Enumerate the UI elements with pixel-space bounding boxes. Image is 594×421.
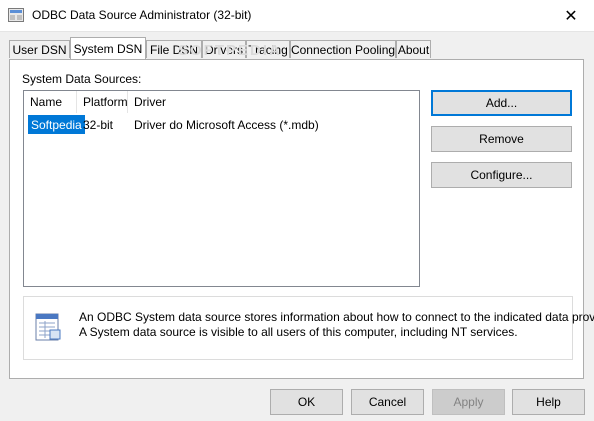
tab-user-dsn[interactable]: User DSN [9, 40, 70, 58]
row-driver-cell: Driver do Microsoft Access (*.mdb) [134, 117, 319, 132]
row-platform-cell: 32-bit [83, 117, 114, 132]
tab-tracing[interactable]: Tracing [246, 40, 290, 58]
data-source-icon [35, 313, 61, 341]
system-dsn-panel: System Data Sources: Name Platform Drive… [9, 59, 594, 379]
list-label: System Data Sources: [22, 72, 142, 86]
info-line-2: A System data source is visible to all u… [79, 325, 518, 339]
tab-drivers[interactable]: Drivers [202, 40, 246, 58]
close-icon[interactable]: ✕ [548, 0, 594, 31]
tab-system-dsn[interactable]: System DSN [70, 37, 146, 59]
odbc-app-icon [8, 8, 24, 22]
column-header-name[interactable]: Name [24, 91, 77, 113]
data-sources-list[interactable]: Name Platform Driver Softpedia 32-bit Dr… [23, 90, 420, 287]
info-text: An ODBC System data source stores inform… [79, 310, 594, 340]
configure-button[interactable]: Configure... [431, 162, 572, 188]
ok-button[interactable]: OK [270, 389, 343, 415]
window-title: ODBC Data Source Administrator (32-bit) [32, 8, 252, 22]
remove-button[interactable]: Remove [431, 126, 572, 152]
table-row[interactable]: Softpedia 32-bit Driver do Microsoft Acc… [24, 115, 419, 134]
info-line-1: An ODBC System data source stores inform… [79, 310, 594, 324]
tab-file-dsn[interactable]: File DSN [146, 40, 202, 58]
tab-about[interactable]: About [396, 40, 431, 58]
help-button[interactable]: Help [512, 389, 585, 415]
cancel-button[interactable]: Cancel [351, 389, 424, 415]
tab-connection-pooling[interactable]: Connection Pooling [290, 40, 396, 58]
apply-button: Apply [432, 389, 505, 415]
info-box: An ODBC System data source stores inform… [23, 296, 594, 360]
column-header-platform[interactable]: Platform [77, 91, 128, 113]
add-button[interactable]: Add... [431, 90, 572, 116]
column-header-driver[interactable]: Driver [128, 91, 419, 113]
title-bar: ODBC Data Source Administrator (32-bit) … [0, 0, 594, 32]
list-header: Name Platform Driver [24, 91, 419, 113]
